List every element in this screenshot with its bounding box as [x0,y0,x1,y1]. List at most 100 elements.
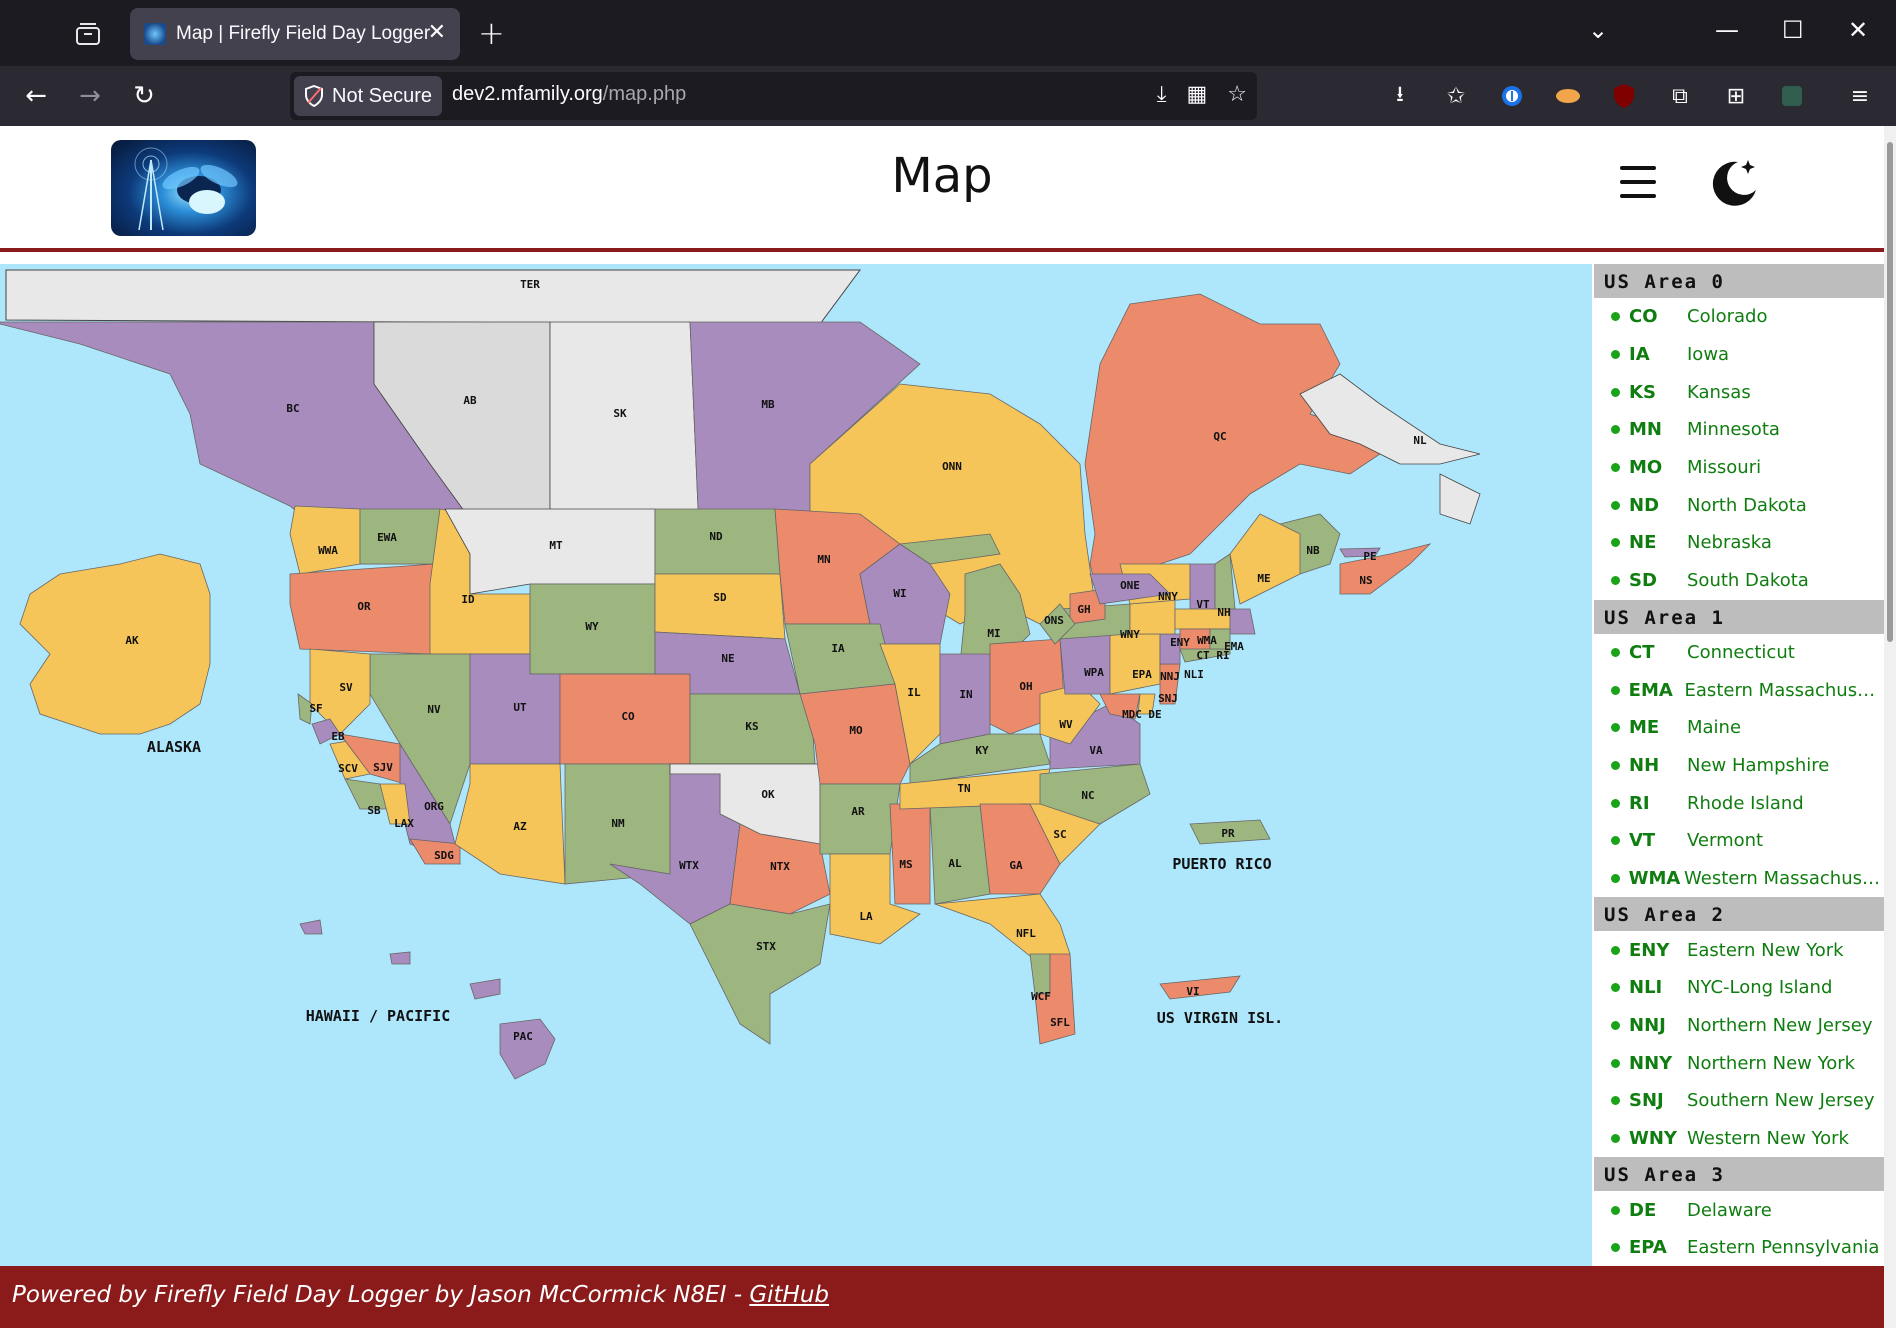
reload-icon[interactable]: ↻ [126,78,162,114]
map-label-alaska: ALASKA [147,738,201,756]
section-item-nnj[interactable]: NNJ Northern New Jersey [1594,1007,1884,1045]
address-bar[interactable]: Not Secure dev2.mfamily.org/map.php ⤓ ▦ … [290,72,1257,120]
hamburger-menu-icon[interactable] [1620,166,1656,198]
apps-grid-icon[interactable]: ⊞ [1720,80,1752,112]
map-label-me: ME [1257,572,1270,585]
status-dot-icon [1611,1058,1620,1068]
region-WPA [1059,633,1111,695]
section-item-vt[interactable]: VT Vermont [1594,822,1884,860]
new-tab-icon[interactable]: + [478,14,505,52]
section-name: Northern New Jersey [1687,1015,1873,1037]
section-item-nny[interactable]: NNY Northern New York [1594,1044,1884,1082]
map-label-sdg: SDG [434,849,454,862]
map-label-mo: MO [849,724,863,737]
section-item-sd[interactable]: SD South Dakota [1594,562,1884,600]
minimize-icon[interactable]: — [1715,16,1739,44]
section-name: Delaware [1687,1199,1772,1221]
section-name: Connecticut [1687,641,1795,663]
section-item-eny[interactable]: ENY Eastern New York [1594,931,1884,969]
bookmark-star-icon[interactable]: ☆ [1227,82,1247,107]
section-code: NH [1629,754,1660,776]
region-AZ [454,763,566,885]
region-AL [929,803,991,905]
map-label-wi: WI [893,587,906,600]
password-manager-icon[interactable] [1496,80,1528,112]
map-label-az: AZ [513,820,527,833]
section-name: Eastern Pennsylvania [1687,1237,1880,1259]
bookmarks-icon[interactable]: ✩ [1440,80,1472,112]
section-item-ri[interactable]: RI Rhode Island [1594,784,1884,822]
status-dot-icon [1611,873,1620,883]
extensions-puzzle-icon[interactable]: ⧉ [1664,80,1696,112]
page-scrollbar-thumb[interactable] [1887,142,1893,642]
map-label-wy: WY [585,620,599,633]
back-arrow-icon[interactable]: ← [18,78,54,114]
section-item-nli[interactable]: NLI NYC-Long Island [1594,969,1884,1007]
arrl-section-map[interactable]: TER BC AB SK MB ONN QC NL NB PE NS AK ALASKA WWA EWA OR… [0,264,1592,1266]
extension-icon[interactable] [1552,80,1584,112]
section-code: MN [1629,419,1662,441]
section-item-snj[interactable]: SNJ Southern New Jersey [1594,1082,1884,1120]
section-item-nd[interactable]: ND North Dakota [1594,486,1884,524]
section-item-co[interactable]: CO Colorado [1594,298,1884,336]
section-item-ct[interactable]: CT Connecticut [1594,634,1884,672]
maximize-icon[interactable]: ☐ [1782,16,1804,44]
map-label-ms: MS [899,858,912,871]
section-code: NLI [1629,977,1663,999]
url-domain: dev2.mfamily.org [452,83,603,105]
section-name: Vermont [1687,830,1764,852]
page-download-icon[interactable]: ⤓ [1157,82,1167,107]
region-EPA [1109,633,1161,695]
section-name: Maine [1687,717,1742,739]
status-dot-icon [1611,387,1620,397]
menu-icon[interactable]: ≡ [1844,80,1876,112]
section-item-mn[interactable]: MN Minnesota [1594,411,1884,449]
downloads-icon[interactable]: ⭳ [1384,80,1416,112]
section-item-nh[interactable]: NH New Hampshire [1594,747,1884,785]
section-item-wny[interactable]: WNY Western New York [1594,1120,1884,1158]
map-label-ct: CT [1196,649,1210,662]
section-item-ema[interactable]: EMA Eastern Massachusetts [1594,671,1884,709]
map-label-de: DE [1148,708,1161,721]
map-label-or: OR [357,600,371,613]
map-label-pac: PAC [513,1030,533,1043]
forward-arrow-icon[interactable]: → [72,78,108,114]
page-content: Map TER BC AB SK MB ONN QC NL NB PE NS A… [0,126,1884,1328]
section-list-sidebar: US Area 0 CO Colorado IA Iowa KS Kansas MN Minne… [1594,264,1884,1266]
ublock-icon[interactable] [1608,80,1640,112]
section-item-me[interactable]: ME Maine [1594,709,1884,747]
profile-avatar-icon[interactable] [1776,80,1808,112]
map-label-wcf: WCF [1031,990,1051,1003]
map-label-wv: WV [1059,718,1073,731]
section-item-ia[interactable]: IA Iowa [1594,336,1884,374]
url-text[interactable]: dev2.mfamily.org/map.php [452,83,686,106]
github-link[interactable]: GitHub [749,1282,829,1308]
section-item-wma[interactable]: WMA Western Massachusetts [1594,860,1884,898]
section-name: New Hampshire [1687,754,1830,776]
tab-close-icon[interactable]: ✕ [428,20,446,45]
map-label-sf: SF [309,702,322,715]
section-item-ne[interactable]: NE Nebraska [1594,524,1884,562]
region-EMA [1229,608,1256,635]
region-IA [784,623,896,695]
section-item-epa[interactable]: EPA Eastern Pennsylvania [1594,1229,1884,1266]
security-indicator[interactable]: Not Secure [294,76,442,116]
tab-overview-icon[interactable] [70,18,106,50]
page-scrollbar[interactable] [1884,126,1896,1328]
region-VI [1159,975,1241,1000]
close-window-icon[interactable]: ✕ [1848,16,1868,44]
qr-code-icon[interactable]: ▦ [1186,82,1207,107]
map-label-snj: SNJ [1158,692,1178,705]
status-dot-icon [1611,463,1620,473]
tab-list-chevron-icon[interactable]: ⌄ [1588,16,1608,44]
dark-mode-moon-icon[interactable] [1708,156,1760,208]
section-item-ks[interactable]: KS Kansas [1594,373,1884,411]
section-item-mo[interactable]: MO Missouri [1594,449,1884,487]
map-label-ut: UT [513,701,527,714]
status-dot-icon [1611,1096,1620,1106]
browser-tab-active[interactable]: Map | Firefly Field Day Logger ✕ [130,8,460,60]
map-label-qc: QC [1213,430,1226,443]
status-dot-icon [1611,576,1620,586]
map-label-ak: AK [125,634,139,647]
section-item-de[interactable]: DE Delaware [1594,1191,1884,1229]
